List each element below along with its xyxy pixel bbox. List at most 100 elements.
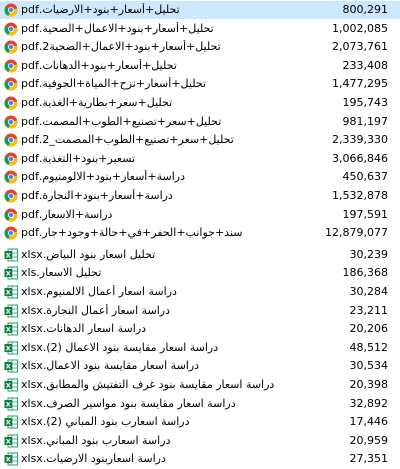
file-name: سند+جوانب+الحفر+في+حالة+وجود+جار.pdf	[21, 226, 243, 240]
excel-icon: X	[4, 452, 18, 466]
file-size: 1,477,295	[332, 77, 388, 91]
file-name: دراسة اسعارب بنود المباني (2).xlsx	[21, 415, 190, 429]
chrome-icon	[4, 77, 18, 91]
excel-icon: X	[4, 359, 18, 373]
file-row[interactable]: تحليل+أسعار+نزح+المياة+الجوفية.pdf 1,477,…	[0, 75, 400, 93]
file-row[interactable]: X دراسة اسعار الدهانات.xlsx 20,206	[0, 320, 400, 338]
file-size: 20,398	[349, 378, 389, 391]
chrome-icon	[4, 40, 18, 54]
svg-text:X: X	[6, 307, 11, 315]
excel-icon: X	[4, 341, 18, 355]
svg-text:X: X	[6, 363, 11, 371]
excel-icon: X	[4, 397, 18, 411]
file-row[interactable]: تحليل+أسعار+بنود+الدهانات.pdf 233,408	[0, 57, 400, 75]
file-row[interactable]: X دراسة اسعار أعمال النجارة.xlsx 23,211	[0, 302, 400, 320]
file-row[interactable]: تحليل+أسعار+بنود+الاعمال+الصحية.pdf 1,002…	[0, 20, 400, 38]
svg-text:X: X	[6, 419, 11, 427]
file-row[interactable]: X دراسة اسعار مقايسة بنود مواسير الصرف.xl…	[0, 395, 400, 413]
file-row[interactable]: دراسة+أسعار+بنود+النجارة.pdf 1,532,878	[0, 187, 400, 205]
file-name: دراسة اسعار أعمال النجارة.xlsx	[21, 303, 170, 317]
file-row[interactable]: تحليل+سعر+بطارية+الغذية.pdf 195,743	[0, 94, 400, 112]
file-row[interactable]: X تحليل الاسعار.xls 186,368	[0, 264, 400, 282]
file-name: تحليل+أسعار+بنود+الاعمال+الصحية2.pdf	[21, 40, 221, 54]
file-row[interactable]: X دراسة اسعار مقايسة بنود الاعمال (2).xls…	[0, 339, 400, 357]
file-row[interactable]: تحليل+سعر+تصنيع+الطوب+المصمت_2.pdf 2,339,…	[0, 131, 400, 149]
file-name: تحليل+سعر+بطارية+الغذية.pdf	[21, 96, 173, 109]
chrome-icon	[4, 96, 18, 110]
chrome-icon	[4, 170, 18, 184]
file-size: 1,002,085	[332, 21, 388, 35]
file-row[interactable]: دراسة+أسعار+بنود+الالومنيوم.pdf 450,637	[0, 168, 400, 186]
file-row[interactable]: تحليل+أسعار+بنود+الارضيات.pdf 800,291	[0, 1, 400, 19]
file-size: 233,408	[342, 58, 389, 72]
file-size: 23,211	[349, 303, 389, 317]
svg-text:X: X	[6, 456, 11, 464]
chrome-icon	[4, 3, 18, 17]
svg-text:X: X	[6, 326, 11, 334]
file-name: دراسة اسعار مقايسة بنود الاعمال (2).xlsx	[21, 340, 219, 354]
chrome-icon	[4, 189, 18, 203]
file-row[interactable]: سند+جوانب+الحفر+في+حالة+وجود+جار.pdf 12,8…	[0, 224, 400, 242]
file-row[interactable]: X دراسة اسعار مقايسة بنود غرف التفتيش وال…	[0, 376, 400, 394]
file-name: دراسة اسعار مقايسة بنود مواسير الصرف.xls…	[21, 396, 236, 410]
file-size: 450,637	[342, 170, 389, 184]
svg-text:X: X	[6, 382, 11, 390]
chrome-icon	[4, 133, 18, 147]
file-name: دراسة+أسعار+بنود+الالومنيوم.pdf	[21, 170, 185, 184]
file-size: 20,959	[349, 433, 389, 447]
svg-text:X: X	[6, 437, 11, 445]
file-name: تحليل+أسعار+نزح+المياة+الجوفية.pdf	[21, 77, 207, 91]
file-size: 20,206	[349, 322, 389, 336]
file-size: 2,339,330	[332, 133, 388, 147]
file-row[interactable]: X دراسة اسعار أعمال الالمنيوم.xlsx 30,284	[0, 283, 400, 301]
file-row[interactable]: X دراسة اسعارب بنود المباني.xlsx 20,959	[0, 432, 400, 450]
file-row[interactable]: X دراسة اسعارب بنود المباني (2).xlsx 17,44…	[0, 413, 400, 431]
file-size: 32,892	[349, 396, 389, 410]
svg-text:X: X	[6, 400, 11, 408]
file-name: دراسة+الاسعار.pdf	[21, 207, 113, 221]
chrome-icon	[4, 152, 18, 166]
excel-icon: X	[4, 266, 18, 280]
file-row[interactable]: تحليل+سعر+تصنيع+الطوب+المصمت.pdf 981,197	[0, 113, 400, 131]
file-row[interactable]: X تحليل اسعار بنود البياض.xlsx 30,239	[0, 246, 400, 264]
file-size: 1,532,878	[332, 189, 388, 202]
file-name: تحليل+أسعار+بنود+الدهانات.pdf	[21, 58, 177, 72]
file-name: تحليل+أسعار+بنود+الارضيات.pdf	[21, 3, 180, 16]
excel-icon: X	[4, 378, 18, 392]
file-name: دراسة اسعار مقايسة بنود الاعمال.xlsx	[21, 359, 200, 373]
file-size: 30,239	[349, 247, 389, 261]
excel-icon: X	[4, 415, 18, 429]
file-name: تحليل+سعر+تصنيع+الطوب+المصمت_2.pdf	[21, 133, 234, 147]
file-size: 48,512	[349, 340, 389, 354]
file-row[interactable]: تحليل+أسعار+بنود+الاعمال+الصحية2.pdf 2,07…	[0, 38, 400, 56]
file-list: تحليل+أسعار+بنود+الارضيات.pdf 800,291 تحلي…	[0, 0, 400, 466]
file-size: 2,073,761	[332, 40, 388, 54]
excel-icon: X	[4, 248, 18, 262]
svg-text:X: X	[6, 251, 11, 259]
file-row[interactable]: X دراسة اسعار مقايسة بنود الاعمال.xlsx 30,…	[0, 357, 400, 375]
excel-icon: X	[4, 285, 18, 299]
svg-text:X: X	[6, 289, 11, 297]
excel-icon: X	[4, 304, 18, 318]
svg-text:X: X	[6, 270, 11, 278]
file-name: تحليل+سعر+تصنيع+الطوب+المصمت.pdf	[21, 114, 222, 128]
file-size: 12,879,077	[325, 226, 388, 240]
file-size: 195,743	[342, 96, 389, 109]
file-size: 800,291	[342, 3, 389, 16]
file-name: تسعير+بنود+التغذية.pdf	[21, 151, 136, 165]
file-size: 30,284	[349, 285, 389, 298]
file-name: دراسة اسعار أعمال الالمنيوم.xlsx	[21, 285, 177, 298]
svg-text:X: X	[6, 344, 11, 352]
file-row[interactable]: X دراسة اسعاربنود الارضيات.xlsx 27,351	[0, 450, 400, 468]
file-row[interactable]: تسعير+بنود+التغذية.pdf 3,066,846	[0, 150, 400, 168]
file-name: تحليل الاسعار.xls	[21, 266, 102, 280]
excel-icon: X	[4, 322, 18, 336]
file-name: دراسة اسعاربنود الارضيات.xlsx	[21, 452, 166, 466]
chrome-icon	[4, 59, 18, 73]
excel-icon: X	[4, 434, 18, 448]
file-name: دراسة اسعار مقايسة بنود غرف التفتيش والم…	[21, 378, 275, 391]
file-row[interactable]: دراسة+الاسعار.pdf 197,591	[0, 206, 400, 224]
file-size: 3,066,846	[332, 151, 388, 165]
chrome-icon	[4, 115, 18, 129]
file-size: 981,197	[342, 114, 389, 128]
